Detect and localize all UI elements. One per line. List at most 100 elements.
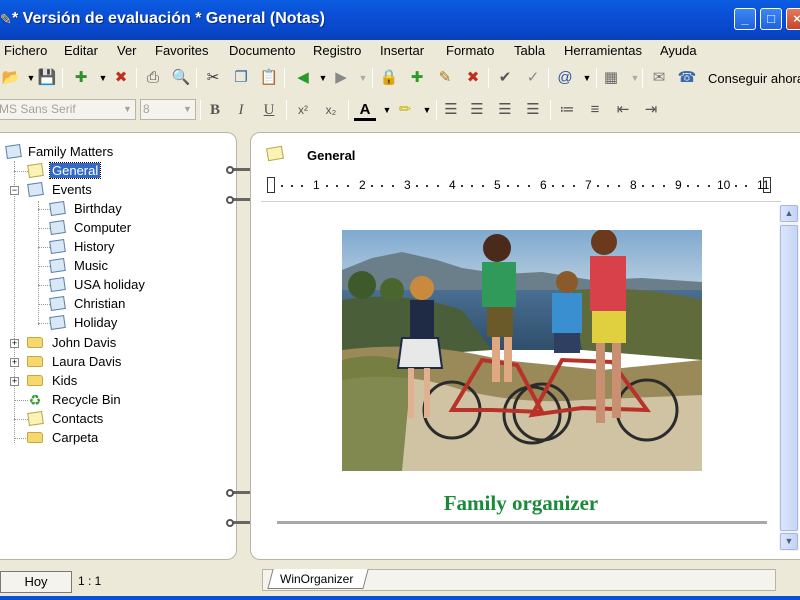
note-title: General — [307, 148, 356, 163]
expand-kids-icon[interactable]: + — [10, 377, 19, 386]
minimize-button[interactable]: _ — [734, 8, 756, 30]
indent-icon[interactable]: ⇥ — [640, 99, 662, 121]
ruler-number: 11 — [757, 178, 770, 192]
family-bicycles-photo[interactable] — [342, 230, 702, 471]
forward-dropdown-icon[interactable]: ▼ — [352, 67, 374, 89]
folder-icon — [26, 373, 44, 389]
cut-icon[interactable]: ✂ — [202, 67, 224, 89]
folder-icon — [26, 335, 44, 351]
note-icon — [48, 201, 66, 217]
ruler-number: 3 — [404, 178, 411, 192]
add-item-icon[interactable]: ✚ — [406, 67, 428, 89]
vertical-scrollbar[interactable]: ▲ ▼ — [779, 205, 799, 551]
note-icon — [265, 145, 285, 162]
new-note-icon[interactable]: ✚ — [70, 67, 92, 89]
mail-icon[interactable]: ✉ — [648, 67, 670, 89]
scroll-thumb[interactable] — [780, 225, 798, 531]
conseguir-ahora-link[interactable]: Conseguir ahora — [708, 71, 800, 86]
font-size-select[interactable]: 8 ▼ — [140, 99, 196, 120]
print-icon[interactable]: ⎙ — [142, 67, 164, 89]
copy-icon[interactable]: ❐ — [230, 67, 252, 89]
ruler-number: 1 — [313, 178, 320, 192]
outdent-icon[interactable]: ⇤ — [612, 99, 634, 121]
numbered-list-icon[interactable]: ≡ — [584, 99, 606, 121]
highlight-icon[interactable]: ✏ — [394, 99, 416, 121]
title-bar: ✎ * Versión de evaluación * General (Not… — [0, 0, 800, 40]
today-button[interactable]: Hoy — [0, 571, 72, 593]
lock-icon[interactable]: 🔒 — [378, 67, 400, 89]
attach-dropdown-icon[interactable]: ▼ — [576, 67, 598, 89]
app-icon: ✎ — [0, 11, 12, 27]
spell-check-icon[interactable]: ✓ — [522, 67, 544, 89]
align-left-icon[interactable]: ☰ — [440, 99, 462, 121]
ruler-number: 8 — [630, 178, 637, 192]
ruler-number: 6 — [540, 178, 547, 192]
font-name-select[interactable]: MS Sans Serif ▼ — [0, 99, 136, 120]
menu-editar[interactable]: Editar — [64, 43, 98, 58]
contacts-icon — [26, 411, 44, 427]
note-icon — [26, 182, 44, 198]
menu-ver[interactable]: Ver — [117, 43, 137, 58]
print-preview-icon[interactable]: 🔍 — [170, 67, 192, 89]
highlight-dropdown-icon[interactable]: ▼ — [416, 99, 438, 121]
chevron-down-icon: ▼ — [123, 104, 132, 114]
close-button[interactable]: × — [786, 8, 800, 30]
table-icon[interactable]: ▦ — [600, 67, 622, 89]
expand-john-davis-icon[interactable]: + — [10, 339, 19, 348]
menu-registro[interactable]: Registro — [313, 43, 361, 58]
left-indent-marker[interactable] — [267, 177, 275, 193]
open-folder-icon[interactable]: 📂 — [0, 67, 22, 89]
menu-formato[interactable]: Formato — [446, 43, 494, 58]
underline-icon[interactable]: U — [258, 99, 280, 121]
ruler-number: 10 — [717, 178, 731, 192]
note-icon — [48, 296, 66, 312]
position-counter: 1 : 1 — [78, 574, 102, 588]
check-icon[interactable]: ✔ — [494, 67, 516, 89]
expand-laura-davis-icon[interactable]: + — [10, 358, 19, 367]
menu-bar: Fichero Editar Ver Favorites Documento R… — [0, 40, 800, 62]
italic-icon[interactable]: I — [230, 99, 252, 121]
notebook-tree-panel: Family Matters General − Events Birthday… — [0, 132, 237, 560]
formatting-toolbar: MS Sans Serif ▼ 8 ▼ B I U x² x₂ A ▼ ✏ ▼ … — [0, 95, 800, 125]
edit-item-icon[interactable]: ✎ — [434, 67, 456, 89]
menu-documento[interactable]: Documento — [229, 43, 295, 58]
paste-icon[interactable]: 📋 — [258, 67, 280, 89]
ruler-number: 2 — [359, 178, 366, 192]
phone-icon[interactable]: ☎ — [676, 67, 698, 89]
font-color-icon[interactable]: A — [354, 99, 376, 121]
note-icon — [48, 277, 66, 293]
align-right-icon[interactable]: ☰ — [494, 99, 516, 121]
note-caption: Family organizer — [443, 491, 599, 515]
save-icon[interactable]: 💾 — [36, 67, 58, 89]
note-icon — [48, 315, 66, 331]
menu-tabla[interactable]: Tabla — [514, 43, 545, 58]
scroll-down-icon[interactable]: ▼ — [780, 533, 798, 550]
scroll-up-icon[interactable]: ▲ — [780, 205, 798, 222]
ruler[interactable]: 1 2 3 4 5 6 7 8 9 10 11 — [267, 175, 779, 195]
menu-insertar[interactable]: Insertar — [380, 43, 424, 58]
ruler-number: 7 — [585, 178, 592, 192]
attach-icon[interactable]: @ — [554, 67, 576, 89]
menu-herramientas[interactable]: Herramientas — [564, 43, 642, 58]
folder-icon — [26, 354, 44, 370]
forward-icon[interactable]: ▶ — [330, 67, 352, 89]
ruler-number: 4 — [449, 178, 456, 192]
subscript-icon[interactable]: x₂ — [320, 99, 342, 121]
superscript-icon[interactable]: x² — [292, 99, 314, 121]
bullet-list-icon[interactable]: ≔ — [556, 99, 578, 121]
window-title: * Versión de evaluación * General (Notas… — [12, 10, 325, 27]
menu-ayuda[interactable]: Ayuda — [660, 43, 697, 58]
ruler-number: 5 — [494, 178, 501, 192]
maximize-button[interactable]: □ — [760, 8, 782, 30]
back-icon[interactable]: ◀ — [292, 67, 314, 89]
note-icon — [48, 220, 66, 236]
bold-icon[interactable]: B — [204, 99, 226, 121]
menu-fichero[interactable]: Fichero — [4, 43, 47, 58]
justify-icon[interactable]: ☰ — [522, 99, 544, 121]
tab-winorganizer-label[interactable]: WinOrganizer — [280, 572, 353, 586]
collapse-events-icon[interactable]: − — [10, 186, 19, 195]
remove-item-icon[interactable]: ✖ — [462, 67, 484, 89]
delete-note-icon[interactable]: ✖ — [110, 67, 132, 89]
menu-favorites[interactable]: Favorites — [155, 43, 208, 58]
align-center-icon[interactable]: ☰ — [466, 99, 488, 121]
